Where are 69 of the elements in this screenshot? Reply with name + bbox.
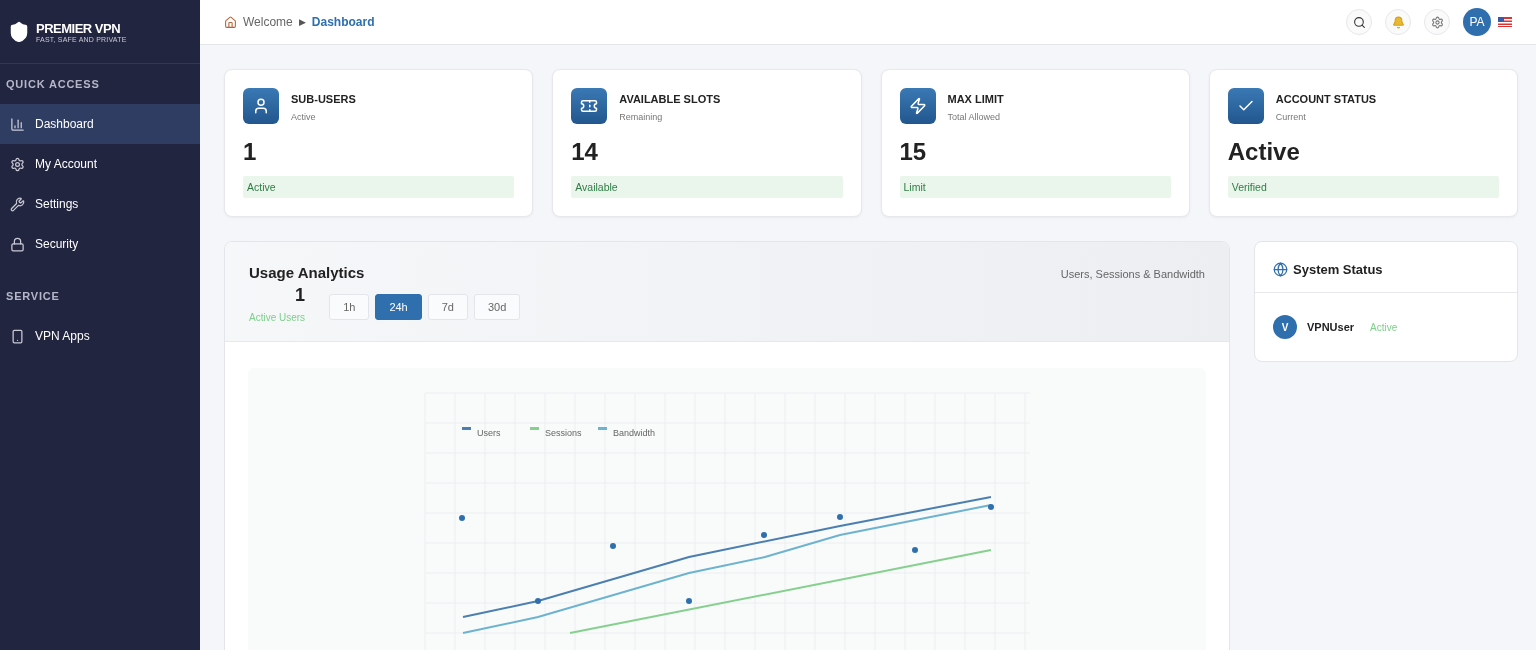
data-point [837,514,843,520]
card-title: SUB-USERS [291,93,356,105]
globe-icon [1273,262,1288,277]
user-avatar[interactable]: PA [1463,8,1491,36]
search-button[interactable] [1346,9,1372,35]
legend-label: Users [477,428,501,438]
card-title: System Status [1293,262,1383,277]
bell-icon [1391,15,1405,29]
status-badge: Verified [1227,176,1499,198]
card-subtitle: Current [1275,112,1307,122]
range-button[interactable]: 1h [329,294,370,320]
card-title: ACCOUNT STATUS [1275,93,1377,105]
data-point [686,598,692,604]
card-icon [1227,88,1264,124]
nav-icon [10,116,25,132]
nav-icon [10,156,25,172]
card-subtitle: Remaining [619,112,664,122]
card-title: AVAILABLE SLOTS [619,93,721,105]
status-badge: Limit [899,176,1171,198]
nav-icon [10,196,25,212]
flag-icon[interactable] [1498,17,1512,27]
user-avatar: V [1273,315,1297,339]
data-point [761,532,767,538]
brand-name: PREMIER VPN [36,20,122,36]
card-value: 14 [571,138,599,166]
panel-subtitle: Users, Sessions & Bandwidth [1060,268,1205,282]
card-value: Active [1227,138,1301,166]
nav-item[interactable]: Dashboard [0,104,200,144]
nav-item[interactable]: My Account [0,144,200,184]
breadcrumb-link[interactable]: Welcome [243,15,293,29]
card-icon [571,88,608,124]
nav-item[interactable]: Settings [0,184,200,224]
panel-title: Usage Analytics [249,264,366,281]
card-icon [243,88,279,124]
gear-icon [1430,15,1444,29]
card-value: 1 [243,138,258,166]
status-badge: Active [243,176,515,198]
status-badge: Available [571,176,843,198]
data-point [988,504,994,510]
nav-item[interactable]: Security [0,224,200,264]
range-button[interactable]: 24h [375,294,422,320]
range-button[interactable]: 30d [474,294,521,320]
shield-logo-icon [8,20,30,43]
user-name: VPNUser [1307,321,1355,333]
nav-item[interactable]: VPN Apps [0,316,200,356]
search-icon [1352,15,1366,29]
card-icon [899,88,936,124]
legend-label: Bandwidth [613,428,656,438]
active-count: 1 [295,285,306,306]
section-title: SERVICE [5,289,61,304]
section-title: QUICK ACCESS [5,77,101,92]
legend-label: Sessions [545,428,582,438]
home-icon [224,15,237,29]
data-point [912,547,918,553]
card-title: MAX LIMIT [947,93,1004,105]
nav-icon [10,328,25,344]
breadcrumb-current: Dashboard [311,15,375,29]
range-button[interactable]: 7d [427,294,468,320]
count-label: Active Users [249,312,306,323]
card-value: 15 [899,138,928,166]
user-status: Active [1370,321,1398,333]
data-point [535,598,541,604]
settings-button[interactable] [1424,9,1450,35]
card-subtitle: Total Allowed [947,112,1002,122]
data-point [459,515,465,521]
card-subtitle: Active [291,112,317,122]
data-point [610,543,616,549]
nav-icon [10,236,25,252]
breadcrumb-separator: ▶ [298,17,306,27]
